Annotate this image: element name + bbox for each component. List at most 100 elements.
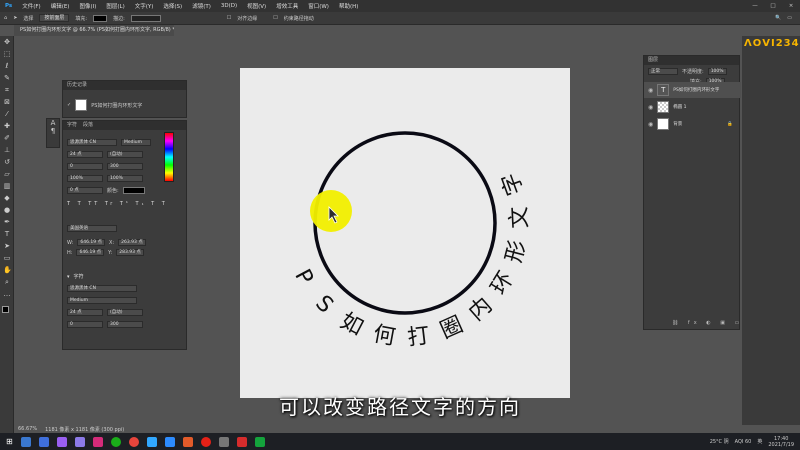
home-icon[interactable]: ⌂ bbox=[4, 15, 7, 21]
menu-type[interactable]: 文字(Y) bbox=[130, 2, 159, 10]
path-select-tool-icon[interactable]: ➤ bbox=[13, 15, 17, 21]
font-size-field-2[interactable]: 24 点 bbox=[67, 309, 103, 316]
lock-icon[interactable]: 🔒 bbox=[727, 122, 733, 127]
color-ramp[interactable] bbox=[164, 132, 174, 182]
blur-tool-icon[interactable]: ◆ bbox=[3, 194, 11, 202]
quick-select-tool-icon[interactable]: ✎ bbox=[3, 74, 11, 82]
tab-paragraph[interactable]: 段落 bbox=[83, 121, 93, 130]
kerning-field[interactable]: 0 bbox=[67, 163, 103, 170]
menu-help[interactable]: 帮助(H) bbox=[334, 2, 363, 10]
opacity-field[interactable]: 100% bbox=[707, 68, 727, 75]
windows-start-icon[interactable]: ⊞ bbox=[6, 437, 13, 446]
fill-swatch[interactable] bbox=[93, 14, 108, 22]
app-icon[interactable] bbox=[38, 436, 49, 447]
h-field[interactable]: 646.19 点 bbox=[76, 249, 105, 256]
edge-icon[interactable] bbox=[20, 436, 31, 447]
font-family-select-2[interactable]: 思源黑体 CN bbox=[67, 285, 137, 292]
app-icon-3[interactable] bbox=[254, 436, 265, 447]
brush-tool-icon[interactable]: ✐ bbox=[3, 134, 11, 142]
tab-layers[interactable]: 图层 bbox=[648, 56, 658, 65]
chrome-icon[interactable] bbox=[128, 436, 139, 447]
workspace-icon[interactable]: ▭ bbox=[787, 15, 792, 21]
eye-icon[interactable]: ◉ bbox=[648, 87, 653, 94]
close-button[interactable]: × bbox=[782, 3, 800, 9]
layer-row[interactable]: ◉ T PS如何打圈内环形文字 bbox=[644, 82, 741, 98]
illustrator-icon[interactable] bbox=[92, 436, 103, 447]
paragraph-panel-icon[interactable]: ¶ bbox=[47, 127, 59, 135]
horizontal-scale-field[interactable]: 100% bbox=[107, 175, 143, 182]
menu-window[interactable]: 窗口(W) bbox=[303, 2, 334, 10]
type-tool-icon[interactable]: T bbox=[3, 230, 11, 238]
after-effects-icon[interactable] bbox=[74, 436, 85, 447]
font-style-select-2[interactable]: Medium bbox=[67, 297, 137, 304]
x-field[interactable]: 263.93 点 bbox=[118, 239, 146, 246]
minimize-button[interactable]: — bbox=[746, 3, 764, 9]
path-select-icon[interactable]: ➤ bbox=[3, 242, 11, 250]
shape-tool-icon[interactable]: ▭ bbox=[3, 254, 11, 262]
layer-row[interactable]: ◉ 背景 🔒 bbox=[644, 116, 741, 132]
folder-icon[interactable] bbox=[218, 436, 229, 447]
type-style-buttons[interactable]: T T TT Tr T¹ T₁ T T bbox=[67, 201, 168, 207]
zoom-tool-icon[interactable]: ⌕ bbox=[3, 278, 11, 286]
document-tab[interactable]: PS如何打圈内环形文字 @ 66.7% (PS如何打圈内环形文字, RGB/8)… bbox=[14, 25, 174, 36]
stamp-tool-icon[interactable]: ⊥ bbox=[3, 146, 11, 154]
marquee-tool-icon[interactable]: ⬚ bbox=[3, 50, 11, 58]
more-tools-icon[interactable]: … bbox=[3, 290, 11, 298]
recorder-icon[interactable] bbox=[200, 436, 211, 447]
menu-select[interactable]: 选择(S) bbox=[158, 2, 187, 10]
eye-icon[interactable]: ◉ bbox=[648, 104, 653, 111]
tracking-field-2[interactable]: 300 bbox=[107, 321, 143, 328]
vertical-scale-field[interactable]: 100% bbox=[67, 175, 103, 182]
pen-tool-icon[interactable]: ✒ bbox=[3, 218, 11, 226]
menu-3d[interactable]: 3D(D) bbox=[216, 3, 242, 9]
leading-field-2[interactable]: (自动) bbox=[107, 309, 143, 316]
eyedropper-tool-icon[interactable]: ⁄ bbox=[3, 110, 11, 118]
foreground-color-swatch[interactable] bbox=[2, 306, 9, 313]
font-family-select[interactable]: 思源黑体 CN bbox=[67, 139, 117, 146]
menu-layer[interactable]: 图层(L) bbox=[101, 2, 129, 10]
dodge-tool-icon[interactable]: ● bbox=[3, 206, 11, 214]
text-color-swatch[interactable] bbox=[122, 187, 145, 194]
zoom-level[interactable]: 66.67% bbox=[18, 426, 37, 432]
qq-icon[interactable] bbox=[164, 436, 175, 447]
leading-field[interactable]: (自动) bbox=[107, 151, 143, 158]
eraser-tool-icon[interactable]: ▱ bbox=[3, 170, 11, 178]
document-canvas[interactable]: PS如何打圈内环形文字 bbox=[240, 68, 570, 398]
gradient-tool-icon[interactable]: ▥ bbox=[3, 182, 11, 190]
ime-indicator[interactable]: 英 bbox=[757, 438, 762, 445]
media-icon[interactable] bbox=[182, 436, 193, 447]
menu-view[interactable]: 视图(V) bbox=[242, 2, 271, 10]
maximize-button[interactable]: □ bbox=[764, 3, 782, 9]
move-tool-icon[interactable]: ✥ bbox=[3, 38, 11, 46]
clock[interactable]: 17:40 2021/7/19 bbox=[768, 436, 794, 448]
menu-filter[interactable]: 滤镜(T) bbox=[187, 2, 216, 10]
wechat-icon[interactable] bbox=[110, 436, 121, 447]
layer-row[interactable]: ◉ 椭圆 1 bbox=[644, 99, 741, 115]
lasso-tool-icon[interactable]: ℓ bbox=[3, 62, 11, 70]
character-panel-icon[interactable]: A bbox=[47, 119, 59, 127]
character-section-header[interactable]: ▾ 字符 bbox=[67, 273, 84, 281]
font-size-field[interactable]: 24 点 bbox=[67, 151, 103, 158]
photoshop-icon[interactable] bbox=[146, 436, 157, 447]
crop-tool-icon[interactable]: ⌗ bbox=[3, 86, 11, 94]
hand-tool-icon[interactable]: ✋ bbox=[3, 266, 12, 274]
mode-dropdown[interactable]: 按前面层 bbox=[39, 14, 70, 22]
ps-logo-icon[interactable]: Ps bbox=[0, 3, 17, 9]
font-style-select[interactable]: Medium bbox=[121, 139, 151, 146]
weather-readout[interactable]: 25°C 阴 bbox=[710, 438, 729, 445]
y-field[interactable]: 283.93 点 bbox=[116, 249, 144, 256]
language-select[interactable]: 美国英语 bbox=[67, 225, 117, 232]
history-entry[interactable]: ✓ PS如何打圈内环形文字 bbox=[67, 99, 142, 111]
baseline-field[interactable]: 0 点 bbox=[67, 187, 103, 194]
history-brush-tool-icon[interactable]: ↺ bbox=[3, 158, 11, 166]
eye-icon[interactable]: ◉ bbox=[648, 121, 653, 128]
menu-edit[interactable]: 编辑(E) bbox=[46, 2, 75, 10]
w-field[interactable]: 646.19 点 bbox=[77, 239, 106, 246]
premiere-icon[interactable] bbox=[56, 436, 67, 447]
menu-file[interactable]: 文件(F) bbox=[17, 2, 45, 10]
blend-mode-select[interactable]: 正常 bbox=[648, 68, 678, 75]
kerning-field-2[interactable]: 0 bbox=[67, 321, 103, 328]
constrain-checkbox[interactable]: ☐ bbox=[273, 15, 277, 21]
tab-character[interactable]: 字符 bbox=[67, 121, 77, 130]
healing-tool-icon[interactable]: ✚ bbox=[3, 122, 11, 130]
